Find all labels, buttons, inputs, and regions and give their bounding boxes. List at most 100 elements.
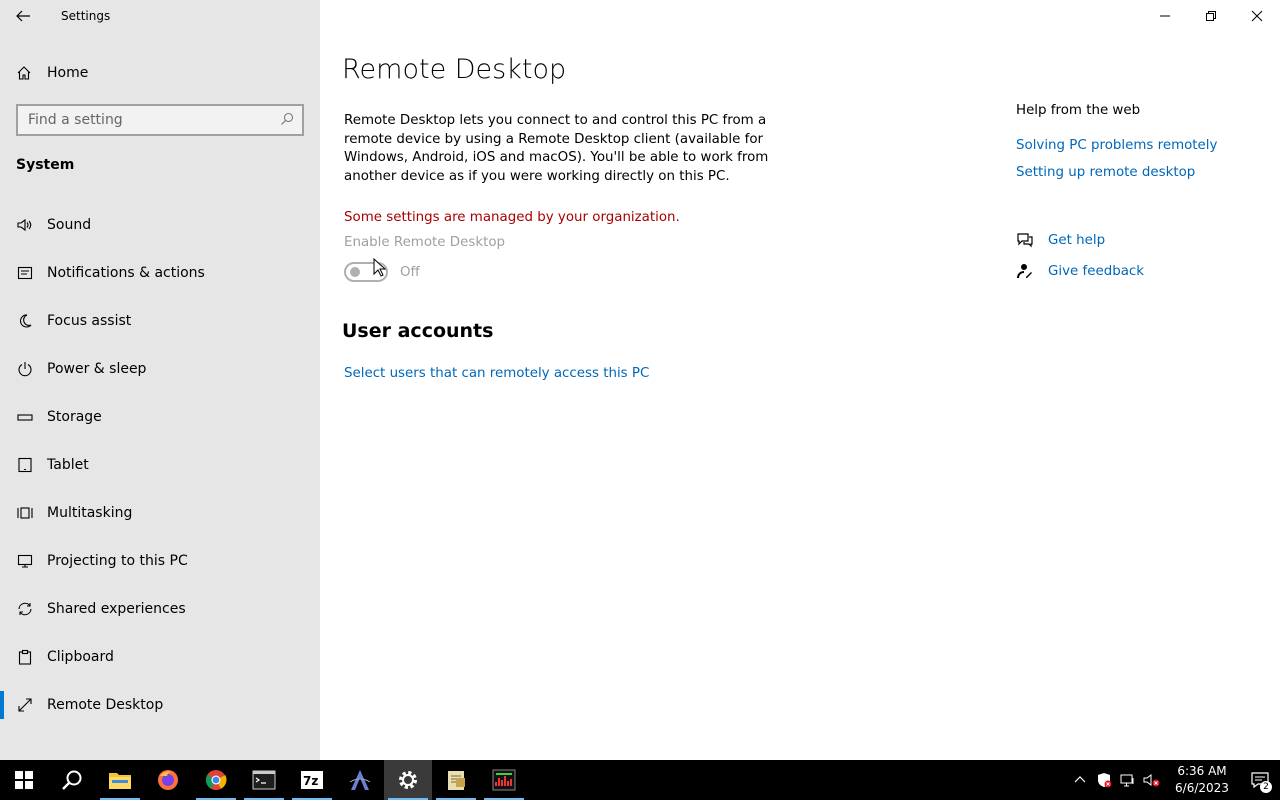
back-button[interactable] bbox=[0, 0, 46, 32]
tray-network[interactable] bbox=[1116, 760, 1140, 800]
user-accounts-heading: User accounts bbox=[342, 320, 494, 342]
sidebar-item-multitasking[interactable]: Multitasking bbox=[0, 489, 320, 537]
notifications-icon bbox=[16, 264, 34, 282]
remote-desktop-description: Remote Desktop lets you connect to and c… bbox=[344, 113, 769, 184]
projecting-icon bbox=[16, 552, 34, 570]
enable-remote-desktop-label: Enable Remote Desktop bbox=[344, 235, 506, 250]
sidebar-item-projecting[interactable]: Projecting to this PC bbox=[0, 537, 320, 585]
shared-experiences-icon bbox=[16, 600, 34, 618]
settings-icon bbox=[399, 771, 417, 789]
get-help-link[interactable]: Get help bbox=[1048, 233, 1105, 248]
sidebar-item-label: Projecting to this PC bbox=[47, 553, 188, 569]
sidebar-item-clipboard[interactable]: Clipboard bbox=[0, 633, 320, 681]
taskbar-7zip[interactable]: 7z bbox=[288, 760, 336, 800]
help-link-setting-up-remote-desktop[interactable]: Setting up remote desktop bbox=[1016, 165, 1195, 180]
taskbar-clock[interactable]: 6:36 AM 6/6/2023 bbox=[1164, 763, 1240, 797]
get-help-icon bbox=[1016, 231, 1034, 249]
sidebar-item-label: Power & sleep bbox=[47, 361, 147, 377]
audio-app-icon bbox=[492, 769, 516, 791]
sidebar-item-label: Focus assist bbox=[47, 313, 132, 329]
taskbar-chrome[interactable] bbox=[192, 760, 240, 800]
home-icon bbox=[17, 66, 31, 80]
clock-time: 6:36 AM bbox=[1177, 764, 1227, 778]
remote-desktop-icon bbox=[16, 696, 34, 714]
select-users-link[interactable]: Select users that can remotely access th… bbox=[344, 366, 649, 381]
give-feedback-icon bbox=[1016, 262, 1034, 280]
app-a-icon bbox=[349, 770, 371, 790]
notification-count-badge: 2 bbox=[1260, 781, 1272, 793]
titlebar-left: Settings bbox=[0, 0, 320, 32]
restore-button[interactable] bbox=[1188, 0, 1234, 32]
minimize-button[interactable] bbox=[1142, 0, 1188, 32]
sidebar-item-label: Shared experiences bbox=[47, 601, 186, 617]
page-title: Remote Desktop bbox=[342, 54, 567, 85]
terminal-icon bbox=[252, 770, 276, 790]
tablet-icon bbox=[16, 456, 34, 474]
search-icon bbox=[62, 770, 82, 790]
sidebar-item-remote-desktop[interactable]: Remote Desktop bbox=[0, 681, 320, 729]
sidebar-item-storage[interactable]: Storage bbox=[0, 393, 320, 441]
sidebar-item-label: Multitasking bbox=[47, 505, 133, 521]
restore-icon bbox=[1206, 11, 1216, 21]
mouse-cursor-icon bbox=[373, 258, 387, 277]
sidebar-item-notifications[interactable]: Notifications & actions bbox=[0, 249, 320, 297]
security-shield-icon bbox=[1098, 773, 1112, 788]
start-icon bbox=[15, 771, 33, 789]
system-tray: 6:36 AM 6/6/2023 2 bbox=[1068, 760, 1280, 800]
tray-security[interactable] bbox=[1092, 760, 1116, 800]
back-arrow-icon bbox=[16, 10, 30, 22]
sidebar-item-shared-experiences[interactable]: Shared experiences bbox=[0, 585, 320, 633]
action-center-button[interactable]: 2 bbox=[1240, 760, 1280, 800]
clipboard-icon bbox=[16, 648, 34, 666]
taskbar: 7z 6:36 AM 6/6/2023 2 bbox=[0, 760, 1280, 800]
start-button[interactable] bbox=[0, 760, 48, 800]
section-label-system: System bbox=[16, 157, 75, 173]
taskbar-search-button[interactable] bbox=[48, 760, 96, 800]
7zip-icon: 7z bbox=[301, 771, 323, 789]
help-link-solving-pc-problems[interactable]: Solving PC problems remotely bbox=[1016, 138, 1217, 153]
network-icon bbox=[1120, 774, 1134, 787]
app-title: Settings bbox=[61, 9, 111, 23]
notepad-icon bbox=[448, 771, 465, 790]
help-from-web-heading: Help from the web bbox=[1016, 103, 1141, 118]
home-nav-item[interactable]: Home bbox=[0, 56, 320, 90]
taskbar-terminal[interactable] bbox=[240, 760, 288, 800]
volume-muted-icon bbox=[1143, 774, 1160, 787]
taskbar-audio-app[interactable] bbox=[480, 760, 528, 800]
sidebar-item-label: Clipboard bbox=[47, 649, 114, 665]
clock-date: 6/6/2023 bbox=[1175, 781, 1229, 795]
sidebar-item-label: Notifications & actions bbox=[47, 265, 205, 281]
sidebar-item-tablet[interactable]: Tablet bbox=[0, 441, 320, 489]
sidebar-item-label: Tablet bbox=[47, 457, 89, 473]
tray-overflow-button[interactable] bbox=[1068, 760, 1092, 800]
taskbar-file-explorer[interactable] bbox=[96, 760, 144, 800]
power-icon bbox=[16, 360, 34, 378]
sidebar-item-focus-assist[interactable]: Focus assist bbox=[0, 297, 320, 345]
search-icon[interactable] bbox=[280, 112, 294, 130]
sidebar-item-label: Storage bbox=[47, 409, 102, 425]
give-feedback-row[interactable]: Give feedback bbox=[1016, 262, 1144, 280]
main-content: Remote Desktop Remote Desktop lets you c… bbox=[320, 0, 1280, 760]
sidebar-item-power-sleep[interactable]: Power & sleep bbox=[0, 345, 320, 393]
chrome-icon bbox=[205, 770, 227, 790]
multitasking-icon bbox=[16, 504, 34, 522]
close-button[interactable] bbox=[1234, 0, 1280, 32]
file-explorer-icon bbox=[109, 773, 131, 789]
give-feedback-link[interactable]: Give feedback bbox=[1048, 264, 1144, 279]
storage-icon bbox=[16, 408, 34, 426]
svg-text:7z: 7z bbox=[303, 774, 318, 788]
speaker-icon bbox=[16, 216, 34, 234]
sidebar-item-label: Remote Desktop bbox=[47, 697, 164, 713]
close-icon bbox=[1251, 10, 1263, 22]
tray-volume[interactable] bbox=[1140, 760, 1164, 800]
search-input[interactable] bbox=[28, 112, 268, 128]
sidebar: Settings Home System Sound Notifications… bbox=[0, 0, 320, 760]
taskbar-app-a[interactable] bbox=[336, 760, 384, 800]
get-help-row[interactable]: Get help bbox=[1016, 231, 1105, 249]
org-managed-message: Some settings are managed by your organi… bbox=[344, 210, 680, 225]
taskbar-notepad[interactable] bbox=[432, 760, 480, 800]
search-box[interactable] bbox=[16, 104, 304, 136]
taskbar-settings[interactable] bbox=[384, 760, 432, 800]
sidebar-item-sound[interactable]: Sound bbox=[0, 201, 320, 249]
taskbar-firefox[interactable] bbox=[144, 760, 192, 800]
